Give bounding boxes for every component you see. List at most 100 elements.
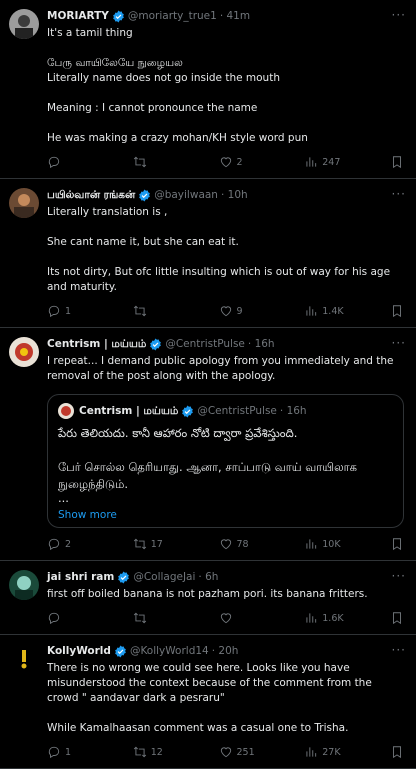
author-name[interactable]: MORIARTY — [47, 10, 109, 22]
verified-icon — [138, 189, 151, 202]
more-icon[interactable]: ··· — [392, 643, 406, 657]
avatar[interactable] — [9, 9, 39, 39]
like-icon — [220, 613, 231, 624]
retweet-count: 17 — [150, 538, 163, 550]
tweet[interactable]: ··· பயில்வான் ரங்கன் @bayilwaan · 10h Li… — [0, 179, 416, 328]
tweet-text-line — [47, 220, 404, 235]
verified-icon — [117, 571, 130, 584]
timestamp[interactable]: · 20h — [212, 645, 239, 657]
like-button[interactable] — [219, 611, 277, 625]
like-count: 9 — [236, 305, 243, 317]
like-icon — [220, 747, 231, 758]
reply-button[interactable] — [47, 611, 105, 625]
views-count: 10K — [322, 538, 341, 550]
tweet[interactable]: ··· KollyWorld @KollyWorld14 · 20h There… — [0, 635, 416, 769]
retweet-icon — [133, 612, 146, 624]
timeline: ··· MORIARTY @moriarty_true1 · 41m It's … — [0, 0, 416, 769]
more-icon[interactable]: ··· — [392, 187, 406, 201]
author-name[interactable]: பயில்வான் ரங்கன் — [47, 189, 135, 202]
more-icon[interactable]: ··· — [392, 336, 406, 350]
bookmark-icon — [393, 305, 401, 318]
timestamp[interactable]: · 16h — [248, 338, 275, 350]
tweet[interactable]: ··· MORIARTY @moriarty_true1 · 41m It's … — [0, 0, 416, 179]
quoted-text-line: ... — [58, 491, 69, 505]
reply-button[interactable]: 2 — [47, 537, 105, 551]
like-button[interactable]: 251 — [219, 745, 277, 759]
reply-count: 1 — [65, 305, 72, 317]
author-handle[interactable]: @bayilwaan — [154, 189, 218, 201]
bookmark-button[interactable] — [390, 304, 404, 318]
tweet-text-line — [47, 86, 404, 101]
author-name[interactable]: jai shri ram — [47, 571, 114, 583]
bookmark-button[interactable] — [390, 745, 404, 759]
tweet-text-line: It's a tamil thing — [47, 27, 133, 39]
timestamp[interactable]: · 41m — [220, 10, 250, 22]
bookmark-icon — [393, 538, 401, 551]
bookmark-button[interactable] — [390, 537, 404, 551]
bookmark-button[interactable] — [390, 611, 404, 625]
bookmark-button[interactable] — [390, 155, 404, 169]
like-button[interactable]: 9 — [219, 304, 277, 318]
author-handle[interactable]: @CentristPulse — [165, 338, 245, 350]
more-icon[interactable]: ··· — [392, 569, 406, 583]
tweet-text-line: Its not dirty, But ofc little insulting … — [47, 266, 391, 293]
tweet-text-line: first off boiled banana is not pazham po… — [47, 588, 368, 600]
retweet-button[interactable]: 17 — [133, 537, 191, 551]
tweet-actions: 2 17 78 10K — [47, 528, 404, 560]
verified-icon — [114, 645, 127, 658]
views-icon — [306, 539, 317, 549]
show-more-link[interactable]: Show more — [58, 509, 393, 521]
retweet-button[interactable]: 12 — [133, 745, 191, 759]
reply-button[interactable] — [47, 155, 105, 169]
like-count: 78 — [236, 538, 249, 550]
author-name[interactable]: Centrism | மய்யம் — [47, 338, 146, 351]
author-handle[interactable]: @KollyWorld14 — [130, 645, 209, 657]
retweet-button[interactable] — [133, 155, 191, 169]
views-button[interactable]: 27K — [304, 745, 362, 759]
timestamp[interactable]: · 6h — [198, 571, 218, 583]
avatar[interactable] — [9, 337, 39, 367]
views-icon — [306, 157, 317, 167]
avatar[interactable] — [9, 570, 39, 600]
verified-icon — [112, 10, 125, 23]
tweet-text: Literally translation is , She cant name… — [47, 205, 404, 295]
retweet-button[interactable] — [133, 611, 191, 625]
author-handle[interactable]: @moriarty_true1 — [128, 10, 217, 22]
like-button[interactable]: 2 — [219, 155, 277, 169]
tweet[interactable]: ··· jai shri ram @CollageJai · 6h first … — [0, 561, 416, 635]
tweet-text-line: Literally translation is , — [47, 206, 168, 218]
reply-button[interactable]: 1 — [47, 304, 105, 318]
reply-button[interactable]: 1 — [47, 745, 105, 759]
quoted-tweet[interactable]: Centrism | மய்யம் @CentristPulse · 16h ప… — [47, 394, 404, 528]
timestamp[interactable]: · 10h — [221, 189, 248, 201]
quoted-author-handle: @CentristPulse — [197, 405, 277, 417]
views-button[interactable]: 247 — [304, 155, 362, 169]
tweet-text: It's a tamil thing பேரு வாயிலேயே நுழையல … — [47, 26, 404, 146]
retweet-count: 12 — [150, 746, 163, 758]
views-icon — [306, 306, 317, 316]
tweet-actions: 1.6K — [47, 602, 404, 634]
views-button[interactable]: 1.6K — [304, 611, 362, 625]
tweet-text-line: Meaning : I cannot pronounce the name — [47, 102, 258, 114]
tweet-text-line: There is no wrong we could see here. Loo… — [47, 662, 372, 704]
reply-icon — [48, 538, 60, 551]
tweet-text: There is no wrong we could see here. Loo… — [47, 661, 404, 736]
quoted-avatar — [58, 403, 74, 419]
views-button[interactable]: 1.4K — [304, 304, 362, 318]
avatar[interactable] — [9, 188, 39, 218]
tweet-text-line: She cant name it, but she can eat it. — [47, 236, 239, 248]
views-count: 27K — [322, 746, 341, 758]
views-button[interactable]: 10K — [304, 537, 362, 551]
tweet-text-line — [47, 116, 404, 131]
tweet-text-line — [47, 41, 404, 56]
retweet-button[interactable] — [133, 304, 191, 318]
tweet-text-line: Literally name does not go inside the mo… — [47, 72, 280, 84]
avatar[interactable] — [9, 644, 39, 674]
more-icon[interactable]: ··· — [392, 8, 406, 22]
tweet-actions: 2 247 — [47, 146, 404, 178]
bookmark-icon — [393, 156, 401, 169]
like-button[interactable]: 78 — [219, 537, 277, 551]
tweet[interactable]: ··· Centrism | மய்யம் @CentristPulse · 1… — [0, 328, 416, 561]
author-name[interactable]: KollyWorld — [47, 645, 111, 657]
author-handle[interactable]: @CollageJai — [133, 571, 195, 583]
